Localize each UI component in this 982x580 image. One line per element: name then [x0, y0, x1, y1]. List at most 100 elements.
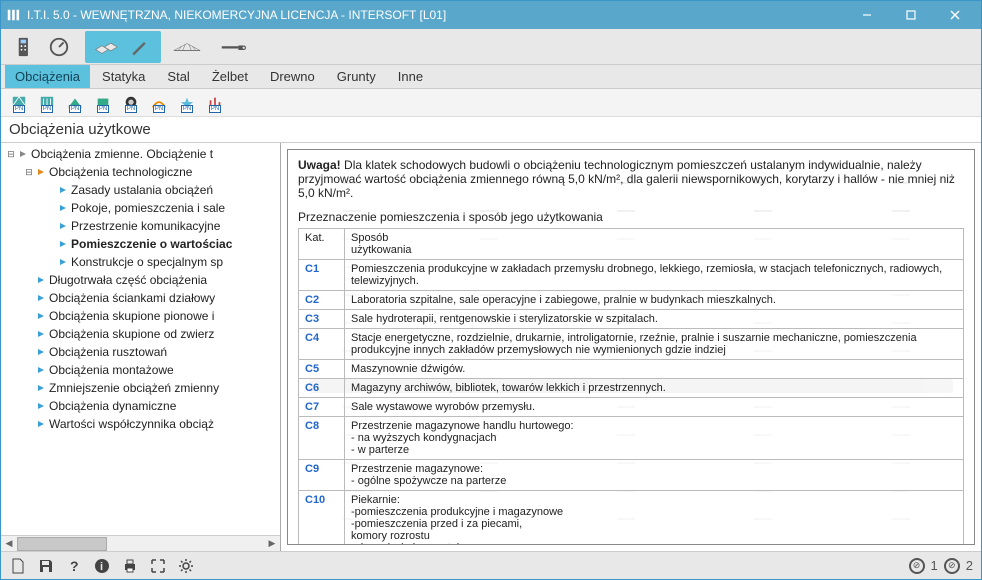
table-row: C8Przestrzenie magazynowe handlu hurtowe… [299, 417, 964, 460]
menu-tabs: ObciążeniaStatykaStalŻelbetDrewnoGruntyI… [1, 65, 981, 89]
scroll-right-icon[interactable]: ▶ [264, 537, 280, 551]
info-icon[interactable]: i [93, 557, 111, 575]
tree-item[interactable]: Pomieszczenie o wartościac [1, 235, 280, 253]
tree-item[interactable]: Obciążenia ściankami działowy [1, 289, 280, 307]
tree-item[interactable]: Obciążenia rusztowań [1, 343, 280, 361]
save-icon[interactable] [37, 557, 55, 575]
toolbar-group-1[interactable] [5, 31, 81, 63]
menu-tab-obciążenia[interactable]: Obciążenia [5, 65, 90, 88]
table-row: C3Sale hydroterapii, rentgenowskie i ste… [299, 310, 964, 329]
scroll-thumb[interactable] [17, 537, 107, 551]
pn-tool-row: PN PN PN PN PN PN PN PN [1, 89, 981, 117]
tree-item[interactable]: Wartości współczynnika obciąż [1, 415, 280, 433]
menu-tab-inne[interactable]: Inne [388, 65, 433, 88]
scroll-track[interactable] [17, 537, 264, 551]
window-controls [845, 1, 977, 29]
pn-tool-6[interactable]: PN [147, 92, 171, 114]
cell-kat: C9 [299, 460, 345, 491]
cell-kat: C1 [299, 260, 345, 291]
warning-text: Uwaga! Dla klatek schodowych budowli o o… [298, 158, 964, 200]
menu-tab-grunty[interactable]: Grunty [327, 65, 386, 88]
cell-desc: Magazyny archiwów, bibliotek, towarów le… [345, 379, 964, 398]
tree-label: Pomieszczenie o wartościac [71, 237, 232, 251]
pn-tool-1[interactable]: PN [7, 92, 31, 114]
tree-item[interactable]: Pokoje, pomieszczenia i sale [1, 199, 280, 217]
maximize-button[interactable] [889, 1, 933, 29]
toolbar-group-4[interactable] [213, 31, 257, 63]
pn-tool-5[interactable]: PN [119, 92, 143, 114]
table-heading: Przeznaczenie pomieszczenia i sposób jeg… [298, 210, 964, 224]
tree-label: Zmniejszenie obciążeń zmienny [49, 381, 219, 395]
status-indicator-2-icon: ⊘ [944, 558, 960, 574]
th-kat: Kat. [299, 229, 345, 260]
tree-item[interactable]: Zasady ustalania obciążeń [1, 181, 280, 199]
menu-tab-drewno[interactable]: Drewno [260, 65, 325, 88]
tree-item[interactable]: Obciążenia montażowe [1, 361, 280, 379]
tree-item[interactable]: ⊟Obciążenia zmienne. Obciążenie t [1, 145, 280, 163]
pn-tool-3[interactable]: PN [63, 92, 87, 114]
cell-kat: C6 [299, 379, 345, 398]
scroll-left-icon[interactable]: ◀ [1, 537, 17, 551]
cell-desc: Laboratoria szpitalne, sale operacyjne i… [345, 291, 964, 310]
status-right: ⊘ 1 ⊘ 2 [909, 558, 973, 574]
gauge-icon [45, 34, 73, 60]
categories-table: Kat. Sposóbużytkowania C1Pomieszczenia p… [298, 228, 964, 545]
cell-desc: Pomieszczenia produkcyjne w zakładach pr… [345, 260, 964, 291]
statusbar: ? i ⊘ 1 ⊘ 2 [1, 551, 981, 579]
cell-desc: Piekarnie:-pomieszczenia produkcyjne i m… [345, 491, 964, 546]
tree-label: Długotrwała część obciążenia [49, 273, 207, 287]
tree-item[interactable]: Długotrwała część obciążenia [1, 271, 280, 289]
status-indicator-1-icon: ⊘ [909, 558, 925, 574]
tree-item[interactable]: Obciążenia skupione od zwierz [1, 325, 280, 343]
close-button[interactable] [933, 1, 977, 29]
status-value-1: 1 [931, 558, 938, 573]
pn-tool-8[interactable]: PN [203, 92, 227, 114]
detail-panel: Uwaga! Dla klatek schodowych budowli o o… [281, 143, 981, 551]
cell-kat: C5 [299, 360, 345, 379]
tree-label: Obciążenia rusztowań [49, 345, 167, 359]
table-row: C6Magazyny archiwów, bibliotek, towarów … [299, 379, 964, 398]
cell-kat: C2 [299, 291, 345, 310]
help-icon[interactable]: ? [65, 557, 83, 575]
tree-item[interactable]: ⊟Obciążenia technologiczne [1, 163, 280, 181]
load-tiles-icon [93, 34, 121, 60]
status-value-2: 2 [966, 558, 973, 573]
menu-tab-stal[interactable]: Stal [157, 65, 199, 88]
tree-item[interactable]: Obciążenia dynamiczne [1, 397, 280, 415]
menu-tab-statyka[interactable]: Statyka [92, 65, 155, 88]
tree-item[interactable]: Konstrukcje o specjalnym sp [1, 253, 280, 271]
menu-tab-żelbet[interactable]: Żelbet [202, 65, 258, 88]
pn-tool-4[interactable]: PN [91, 92, 115, 114]
tree-item[interactable]: Przestrzenie komunikacyjne [1, 217, 280, 235]
truss-icon [173, 34, 201, 60]
tree-label: Obciążenia technologiczne [49, 165, 192, 179]
tree-horizontal-scrollbar[interactable]: ◀ ▶ [1, 535, 280, 551]
tree-label: Wartości współczynnika obciąż [49, 417, 214, 431]
window-title: I.T.I. 5.0 - WEWNĘTRZNA, NIEKOMERCYJNA L… [27, 8, 845, 22]
wrench-beam-icon [221, 34, 249, 60]
toolbar-group-2[interactable] [85, 31, 161, 63]
split-panels: ⊟Obciążenia zmienne. Obciążenie t⊟Obciąż… [1, 143, 981, 551]
new-file-icon[interactable] [9, 557, 27, 575]
toolbar-group-3[interactable] [165, 31, 209, 63]
app-window: I.T.I. 5.0 - WEWNĘTRZNA, NIEKOMERCYJNA L… [0, 0, 982, 580]
tree-label: Zasady ustalania obciążeń [71, 183, 213, 197]
fullscreen-icon[interactable] [149, 557, 167, 575]
pn-tool-2[interactable]: PN [35, 92, 59, 114]
table-row: C10Piekarnie:-pomieszczenia produkcyjne … [299, 491, 964, 546]
gear-icon[interactable] [177, 557, 195, 575]
main-toolbar [1, 29, 981, 65]
cell-kat: C10 [299, 491, 345, 546]
tree-item[interactable]: Zmniejszenie obciążeń zmienny [1, 379, 280, 397]
table-row: C2Laboratoria szpitalne, sale operacyjne… [299, 291, 964, 310]
cell-desc: Sale hydroterapii, rentgenowskie i stery… [345, 310, 964, 329]
tree[interactable]: ⊟Obciążenia zmienne. Obciążenie t⊟Obciąż… [1, 143, 280, 535]
minimize-button[interactable] [845, 1, 889, 29]
titlebar: I.T.I. 5.0 - WEWNĘTRZNA, NIEKOMERCYJNA L… [1, 1, 981, 29]
pn-tool-7[interactable]: PN [175, 92, 199, 114]
print-icon[interactable] [121, 557, 139, 575]
detail-box[interactable]: Uwaga! Dla klatek schodowych budowli o o… [287, 149, 975, 545]
tree-item[interactable]: Obciążenia skupione pionowe i [1, 307, 280, 325]
cell-kat: C3 [299, 310, 345, 329]
table-row: C7Sale wystawowe wyrobów przemysłu. [299, 398, 964, 417]
